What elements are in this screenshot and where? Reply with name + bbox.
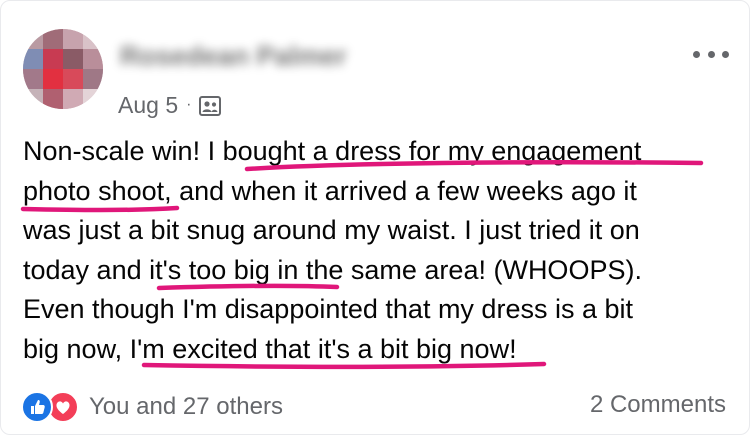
meta-separator: · — [186, 96, 192, 113]
author-name[interactable]: Rosedean Palmer — [120, 41, 347, 72]
highlighted-phrase: bought a dress for my engagement — [222, 136, 642, 166]
post-card: Rosedean Palmer Aug 5 · Non-scale win! I… — [0, 0, 750, 435]
text-segment: ! — [509, 333, 517, 364]
reaction-count[interactable]: You and 27 others — [89, 393, 283, 421]
friends-audience-icon[interactable] — [199, 95, 222, 116]
post-timestamp[interactable]: Aug 5 — [118, 92, 178, 119]
comments-count-link[interactable]: 2 Comments — [590, 391, 726, 419]
like-icon — [21, 391, 53, 423]
more-options-icon[interactable] — [693, 43, 729, 65]
text-segment: Non-scale win! I — [23, 136, 223, 166]
post-message: Non-scale win! I bought a dress for my e… — [23, 132, 733, 369]
highlighted-phrase: photo shoot — [23, 175, 165, 206]
post-line-2: photo shoot, and when it arrived a few w… — [23, 172, 733, 212]
highlighted-phrase: I'm excited that it's a bit big now — [129, 333, 510, 364]
text-segment: today and — [23, 254, 150, 285]
post-line-1: Non-scale win! I bought a dress for my e… — [23, 132, 733, 172]
text-segment: , and when it arrived a few weeks ago it — [164, 175, 637, 206]
post-line-4: today and it's too big in the same area!… — [23, 251, 733, 291]
avatar[interactable] — [23, 29, 103, 109]
reaction-summary[interactable]: You and 27 others — [21, 391, 283, 423]
highlighted-phrase: it's too big in — [149, 254, 299, 285]
text-segment: was just a bit snug around my waist. I j… — [23, 215, 640, 245]
post-line-5: Even though I'm disappointed that my dre… — [23, 290, 733, 330]
text-segment: Even though I'm disappointed that my dre… — [23, 294, 633, 324]
text-segment: the same area! (WHOOPS). — [298, 254, 642, 285]
post-line-6: big now, I'm excited that it's a bit big… — [23, 330, 733, 370]
post-line-3: was just a bit snug around my waist. I j… — [23, 211, 733, 251]
text-segment: big now, — [23, 333, 130, 364]
post-meta: Aug 5 · — [118, 91, 222, 119]
